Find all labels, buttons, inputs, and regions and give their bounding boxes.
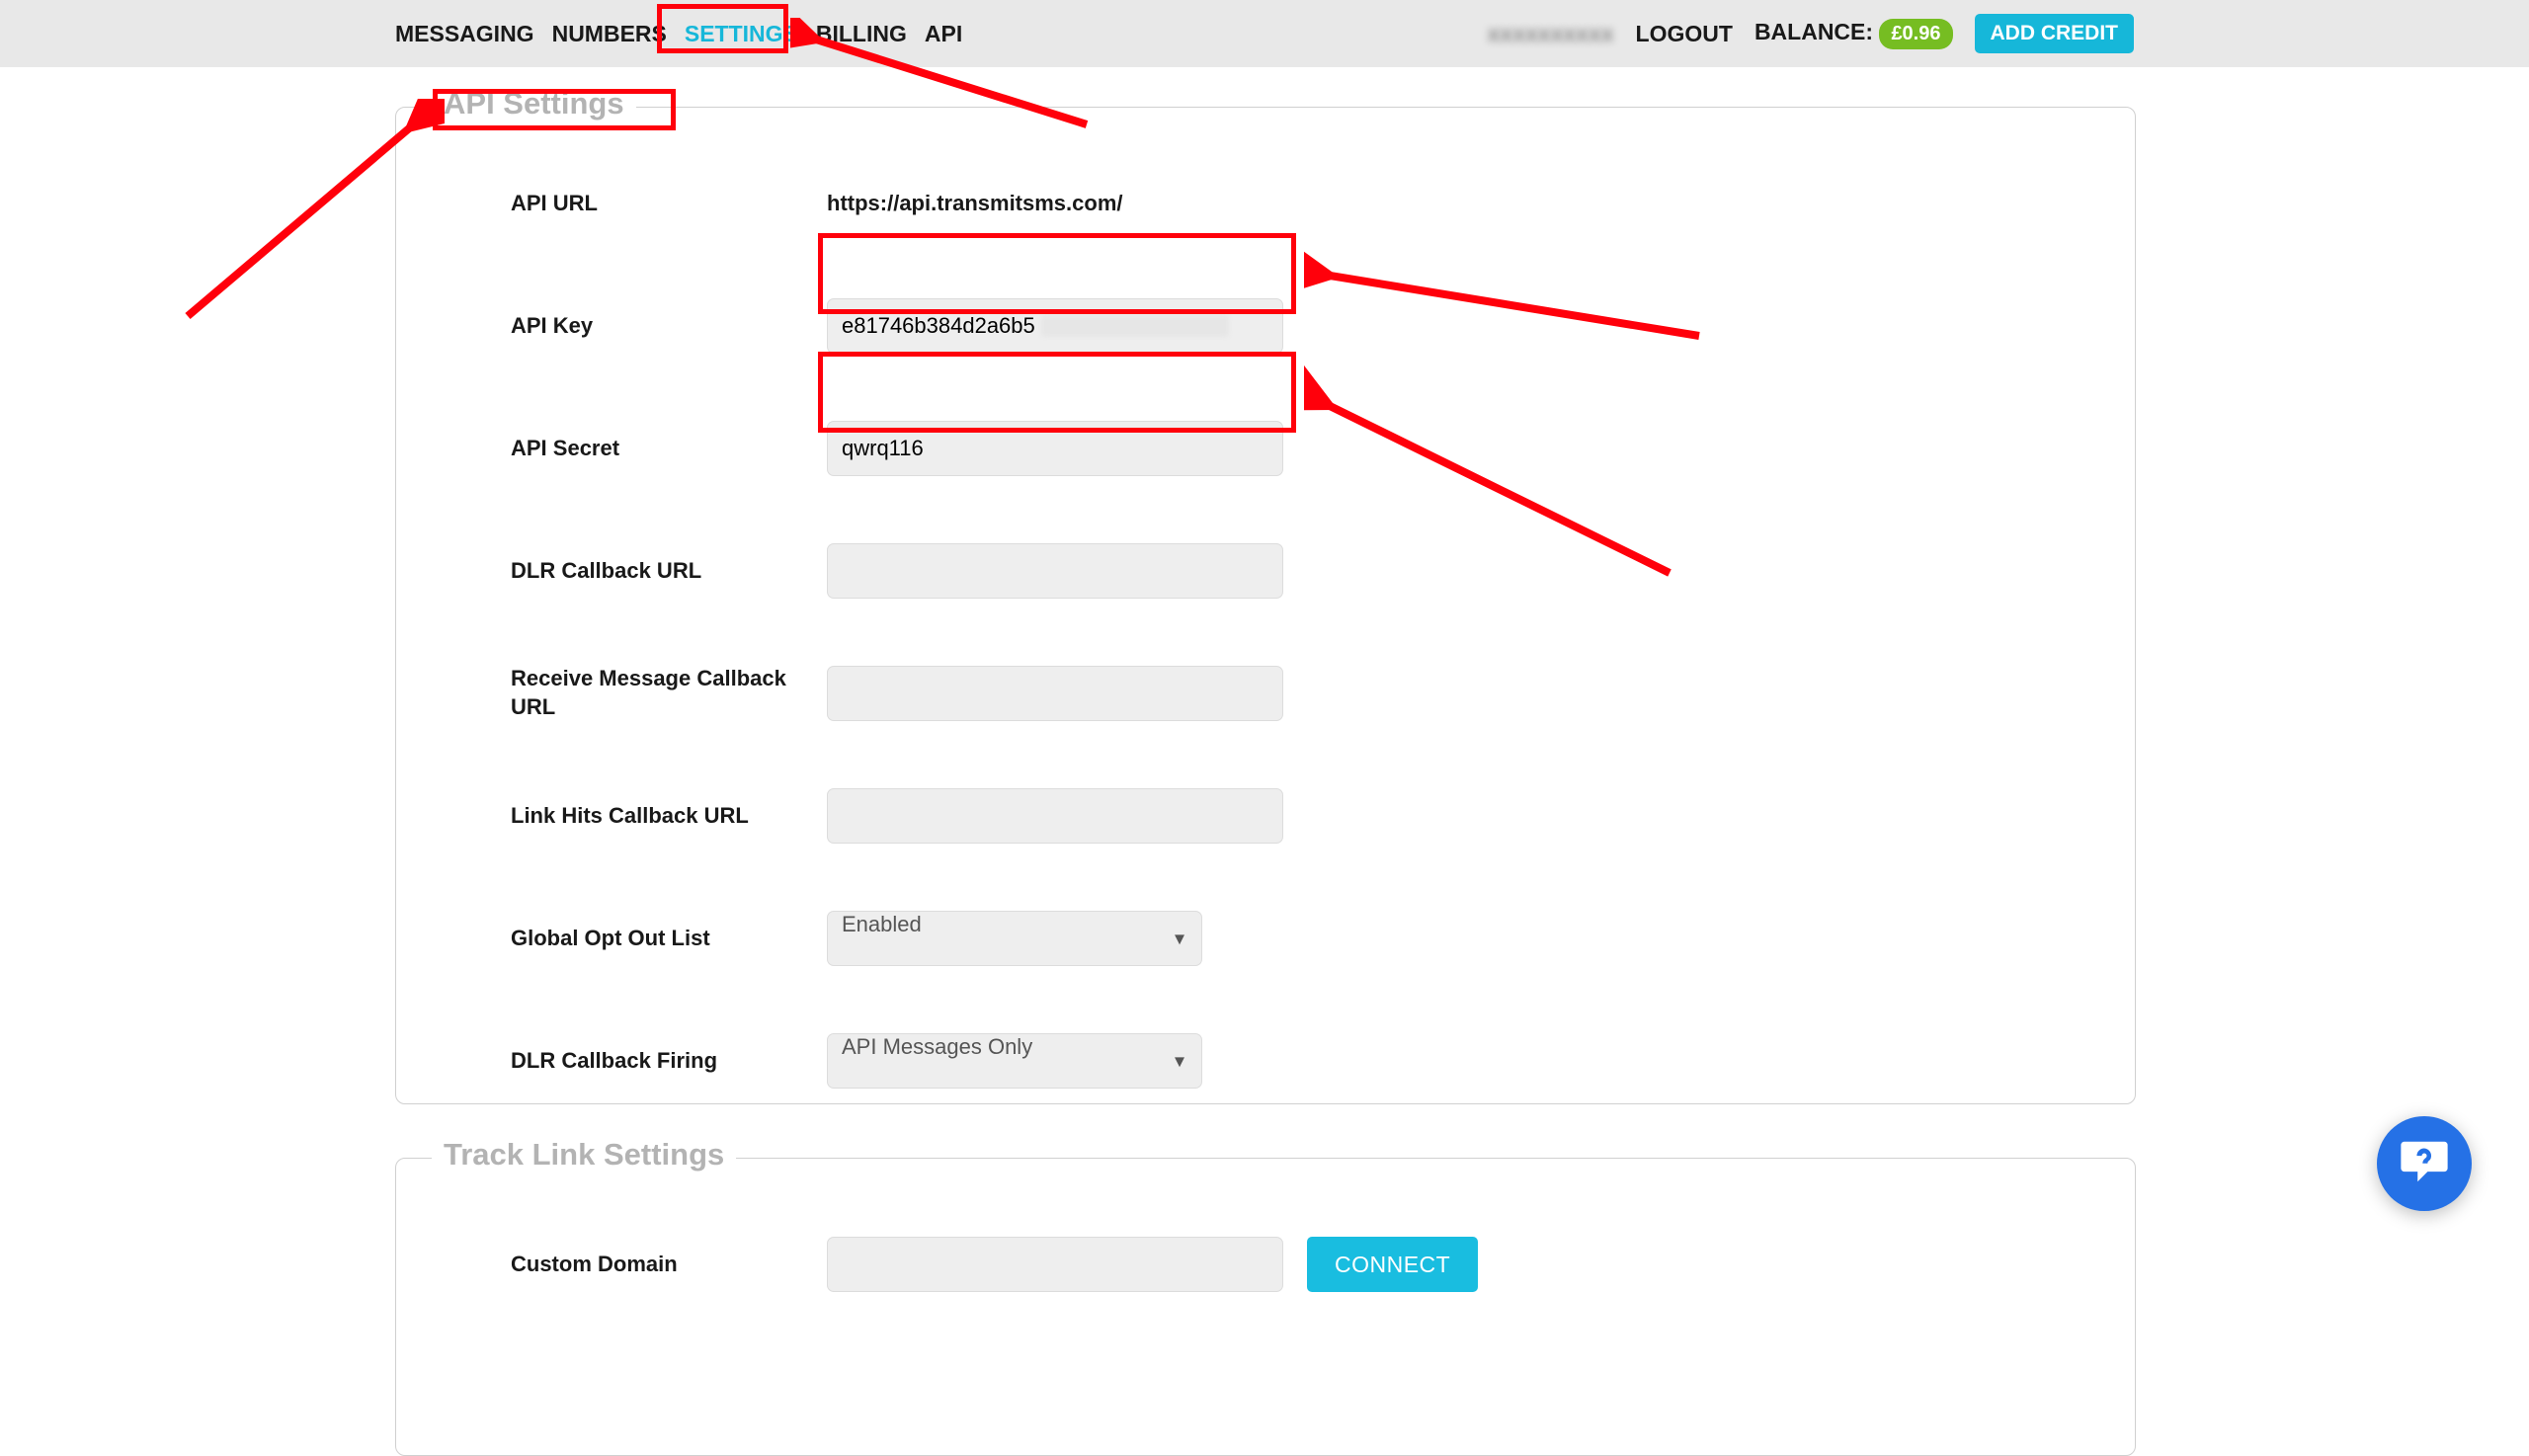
receive-callback-label: Receive Message Callback URL [511,665,827,721]
api-url-label: API URL [511,190,827,218]
custom-domain-input[interactable] [827,1237,1283,1292]
row-dlr-callback: DLR Callback URL [511,536,2095,606]
api-key-masked [1041,315,1229,337]
connect-button[interactable]: CONNECT [1307,1237,1478,1292]
help-chat-button[interactable] [2377,1116,2472,1211]
dlr-firing-select-wrap[interactable]: API Messages Only [827,1033,1202,1089]
row-api-key: API Key e81746b384d2a6b5 [511,291,2095,361]
track-link-card: Track Link Settings Custom Domain CONNEC… [395,1158,2136,1456]
api-key-label: API Key [511,312,827,341]
api-secret-input[interactable] [827,421,1283,476]
global-optout-label: Global Opt Out List [511,925,827,953]
balance-group: BALANCE: £0.96 [1754,19,1953,49]
track-link-form: Custom Domain CONNECT [511,1230,2095,1352]
chat-help-icon [2398,1135,2451,1193]
row-api-url: API URL https://api.transmitsms.com/ [511,169,2095,238]
track-link-legend: Track Link Settings [432,1137,736,1173]
add-credit-button[interactable]: ADD CREDIT [1975,14,2135,53]
row-receive-callback: Receive Message Callback URL [511,659,2095,728]
global-optout-select-wrap[interactable]: Enabled [827,911,1202,966]
dlr-callback-label: DLR Callback URL [511,557,827,586]
dlr-firing-select[interactable]: API Messages Only [827,1033,1202,1089]
row-custom-domain: Custom Domain CONNECT [511,1230,2095,1299]
dlr-firing-label: DLR Callback Firing [511,1047,827,1076]
topbar: MESSAGING NUMBERS SETTINGS BILLING API x… [0,0,2529,67]
api-settings-form: API URL https://api.transmitsms.com/ API… [511,169,2095,1149]
api-secret-label: API Secret [511,435,827,463]
api-settings-card: API Settings API URL https://api.transmi… [395,107,2136,1104]
nav-left-group: MESSAGING NUMBERS SETTINGS BILLING API [395,0,962,67]
row-linkhits-callback: Link Hits Callback URL [511,781,2095,850]
row-api-secret: API Secret [511,414,2095,483]
nav-billing[interactable]: BILLING [816,21,907,47]
balance-label: BALANCE: [1754,19,1873,44]
linkhits-callback-label: Link Hits Callback URL [511,802,827,831]
global-optout-select[interactable]: Enabled [827,911,1202,966]
nav-api[interactable]: API [925,21,962,47]
nav-right-group: xxxxxxxxxx LOGOUT BALANCE: £0.96 ADD CRE… [1488,0,2134,67]
api-key-visible: e81746b384d2a6b5 [842,313,1035,339]
row-dlr-firing: DLR Callback Firing API Messages Only [511,1026,2095,1095]
custom-domain-label: Custom Domain [511,1251,827,1279]
row-global-optout: Global Opt Out List Enabled [511,904,2095,973]
balance-badge: £0.96 [1879,19,1952,49]
account-name-redacted: xxxxxxxxxx [1488,21,1614,47]
api-key-input[interactable]: e81746b384d2a6b5 [827,298,1283,354]
receive-callback-input[interactable] [827,666,1283,721]
dlr-callback-input[interactable] [827,543,1283,599]
linkhits-callback-input[interactable] [827,788,1283,844]
api-url-value: https://api.transmitsms.com/ [827,191,1123,216]
nav-numbers[interactable]: NUMBERS [552,21,667,47]
nav-settings[interactable]: SETTINGS [685,21,798,47]
api-settings-legend: API Settings [432,86,636,121]
logout-link[interactable]: LOGOUT [1636,21,1733,47]
nav-messaging[interactable]: MESSAGING [395,21,534,47]
